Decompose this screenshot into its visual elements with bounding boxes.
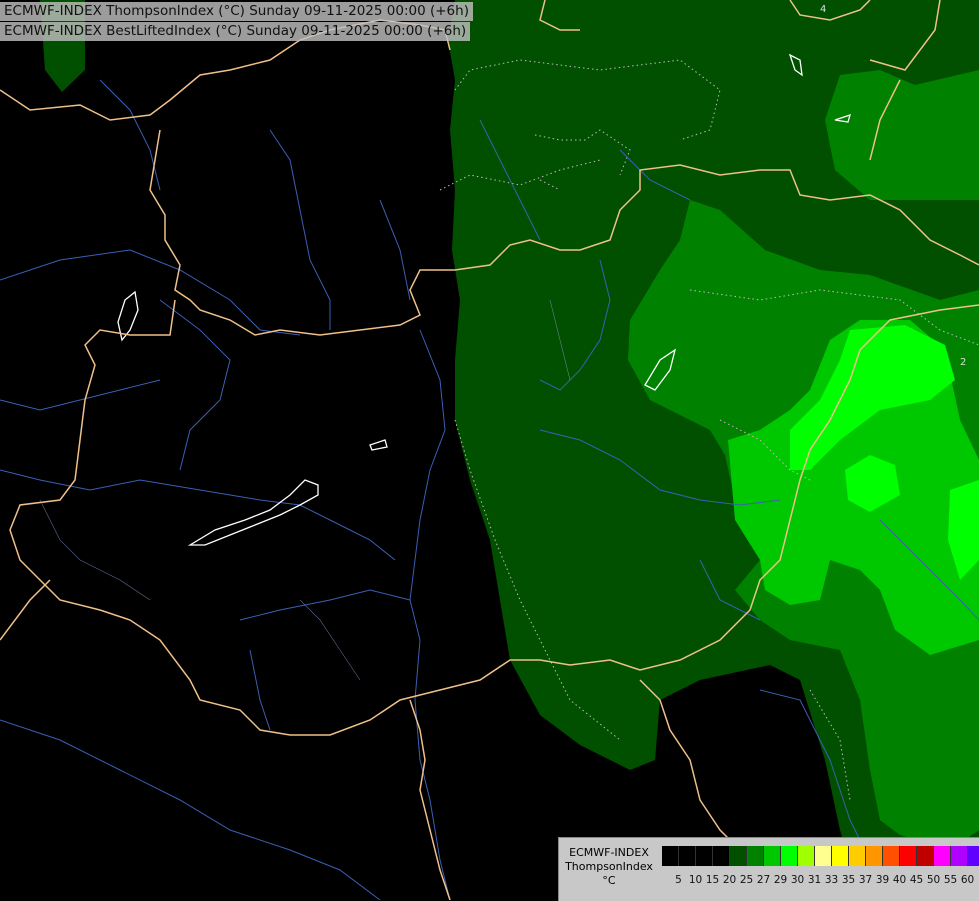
legend-tick-label: 40 xyxy=(892,874,907,886)
legend-parameter: ThompsonIndex xyxy=(565,860,653,873)
legend-tick-labels: 5 10 15 20 25 27 29 30 31 33 35 37 39 40 45 50 55 60 xyxy=(662,874,976,886)
contour-label: 4 xyxy=(820,4,826,15)
color-legend: ECMWF-INDEX ThompsonIndex °C 5 10 15 20 25 27… xyxy=(558,837,979,901)
legend-tick-label: 15 xyxy=(705,874,720,886)
legend-color-cell xyxy=(917,846,934,866)
legend-color-cell xyxy=(713,846,730,866)
legend-color-cell xyxy=(815,846,832,866)
legend-tick-label: 55 xyxy=(943,874,958,886)
legend-color-cell xyxy=(866,846,883,866)
contour-label: 2 xyxy=(960,357,966,368)
legend-tick-label: 35 xyxy=(841,874,856,886)
legend-tick-label: 33 xyxy=(824,874,839,886)
legend-color-cell xyxy=(764,846,781,866)
legend-tick-label: 31 xyxy=(807,874,822,886)
legend-tick-label: 27 xyxy=(756,874,771,886)
map-title-primary: ECMWF-INDEX ThompsonIndex (°C) Sunday 09… xyxy=(0,2,473,21)
legend-color-cell xyxy=(849,846,866,866)
legend-color-cell xyxy=(662,846,679,866)
legend-color-cell xyxy=(747,846,764,866)
legend-color-cell xyxy=(832,846,849,866)
legend-color-cell xyxy=(883,846,900,866)
legend-tick-label: 29 xyxy=(773,874,788,886)
legend-color-cell xyxy=(696,846,713,866)
legend-tick-label: 10 xyxy=(688,874,703,886)
legend-color-cell xyxy=(798,846,815,866)
legend-color-cell xyxy=(968,846,979,866)
thompson-index-map: 2 4 xyxy=(0,0,979,900)
legend-color-bar xyxy=(662,846,979,866)
legend-color-cell xyxy=(934,846,951,866)
legend-color-cell xyxy=(900,846,917,866)
legend-tick-label: 60 xyxy=(960,874,975,886)
legend-tick-label: 50 xyxy=(926,874,941,886)
map-title-secondary: ECMWF-INDEX BestLiftedIndex (°C) Sunday … xyxy=(0,22,471,41)
legend-tick-label: 5 xyxy=(675,874,682,886)
legend-color-cell xyxy=(679,846,696,866)
legend-tick-label: 30 xyxy=(790,874,805,886)
legend-tick-label: 20 xyxy=(722,874,737,886)
legend-color-cell xyxy=(781,846,798,866)
field-medium-green-north xyxy=(825,70,979,200)
legend-color-cell xyxy=(730,846,747,866)
legend-tick-label: 25 xyxy=(739,874,754,886)
legend-color-cell xyxy=(951,846,968,866)
legend-tick-label: 37 xyxy=(858,874,873,886)
legend-tick-label: 39 xyxy=(875,874,890,886)
legend-label: ECMWF-INDEX ThompsonIndex °C xyxy=(561,846,657,888)
legend-tick-label: 45 xyxy=(909,874,924,886)
legend-model: ECMWF-INDEX xyxy=(569,846,649,859)
legend-unit: °C xyxy=(602,874,616,887)
